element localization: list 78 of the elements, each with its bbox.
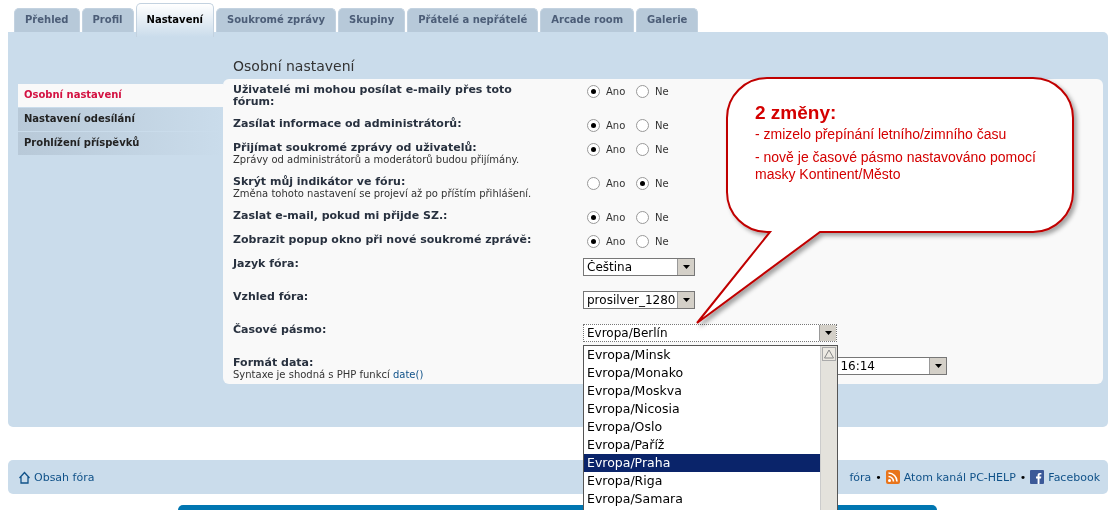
tab[interactable]: Přehled [14,8,80,32]
footer-link[interactable]: fóra [849,470,872,484]
dropdown-field[interactable]: Evropa/Berlín [583,324,837,342]
radio-button[interactable] [587,84,600,98]
option-label: Ano [606,211,627,223]
setting-label: Formát data: [233,357,315,369]
tab[interactable]: Přátelé a nepřátelé [407,8,539,32]
option-label: Ne [655,85,670,97]
option-label: Ano [606,177,627,189]
section-title: Osobní nastavení [232,57,356,75]
radio-button[interactable] [636,176,649,190]
dropdown-option[interactable]: Evropa/Monako [584,364,820,382]
dropdown-option[interactable]: Evropa/Riga [584,472,820,490]
option-label: Ano [606,235,627,247]
bullet: • [875,470,882,484]
scrollbar[interactable] [820,346,837,510]
radio-button[interactable] [587,142,600,156]
date-link[interactable]: date() [392,369,424,380]
dropdown-option[interactable]: Evropa/Praha [584,454,820,472]
radio-button[interactable] [587,210,600,224]
option-label: Ano [606,85,627,97]
radio-button[interactable] [587,118,600,132]
callout-text: - zmizelo přepínání letního/zimního času [755,126,1008,143]
facebook-icon [1030,470,1045,484]
dropdown-field[interactable]: prosilver_1280 [583,291,695,309]
dropdown-option[interactable]: Evropa/Nicosia [584,400,820,418]
option-label: Ne [655,211,670,223]
tab[interactable]: Arcade room [540,8,635,32]
dropdown-option[interactable]: Evropa/Paříž [584,436,820,454]
caret-icon [682,265,690,269]
caret-icon [682,298,690,302]
callout-text: - nově je časové pásmo nastavováno pomocí masky Kontinent/Město [755,149,1037,183]
callout-title: 2 změny: [755,102,838,124]
footer-link[interactable]: Facebook [1048,470,1100,484]
tab[interactable]: Nastavení [135,3,214,37]
tab[interactable]: Skupiny [338,8,406,32]
dropdown-option[interactable]: Evropa/Minsk [584,346,820,364]
dropdown-option[interactable]: Evropa/Samara [584,490,820,508]
setting-label: Zaslat e-mail, pokud mi přijde SZ.: [233,210,449,222]
radio-button[interactable] [587,176,600,190]
radio-button[interactable] [636,142,649,156]
sidebar-item[interactable]: Osobní nastavení [18,84,223,108]
radio-button[interactable] [636,210,649,224]
setting-label: Zobrazit popup okno při nové soukromé zprávě: [233,234,533,246]
bullet: • [1019,470,1027,484]
tab[interactable]: Galerie [636,8,699,32]
option-label: Ano [606,143,627,155]
option-label: Ne [655,143,670,155]
radio-button[interactable] [636,118,649,132]
setting-hint: Změna tohoto nastavení se projeví až po příštím přihlášení. [233,188,533,200]
tab[interactable]: Profil [81,8,134,32]
dropdown-option[interactable]: Evropa/Oslo [584,418,820,436]
setting-hint: Zprávy od administrátorů a moderátorů budou přijímány. [233,154,521,166]
option-label: Ne [655,119,670,131]
dropdown-option[interactable]: Evropa/Moskva [584,382,820,400]
setting-label: Jazyk fóra: [233,258,300,270]
setting-label: Skrýt můj indikátor ve fóru: [233,176,406,188]
tab[interactable]: Soukromé zprávy [215,8,336,32]
setting-label: Časové pásmo: [233,324,328,336]
feed-icon [885,470,900,484]
home-icon [18,470,31,484]
caret-icon [824,331,832,335]
setting-label: Zasílat informace od administrátorů: [233,118,463,130]
option-label: Ne [655,235,670,247]
setting-label: Přijímat soukromé zprávy od uživatelů: [233,142,477,154]
radio-button[interactable] [587,234,600,248]
setting-label: Uživatelé mi mohou posílat e-maily přes toto fórum: [233,84,513,108]
radio-button[interactable] [636,84,649,98]
option-label: Ano [606,119,627,131]
setting-label: Vzhled fóra: [233,291,310,303]
caret-icon [934,364,942,368]
footer-link[interactable]: Atom kanál PC-HELP [903,470,1016,484]
setting-hint: Syntaxe je shodná s PHP funkcí date() [233,369,425,381]
dropdown-field[interactable]: Čeština [583,258,695,276]
footer-link[interactable]: Obsah fóra [34,470,95,484]
scroll-up-icon [822,347,836,361]
option-label: Ne [655,177,670,189]
radio-button[interactable] [636,234,649,248]
